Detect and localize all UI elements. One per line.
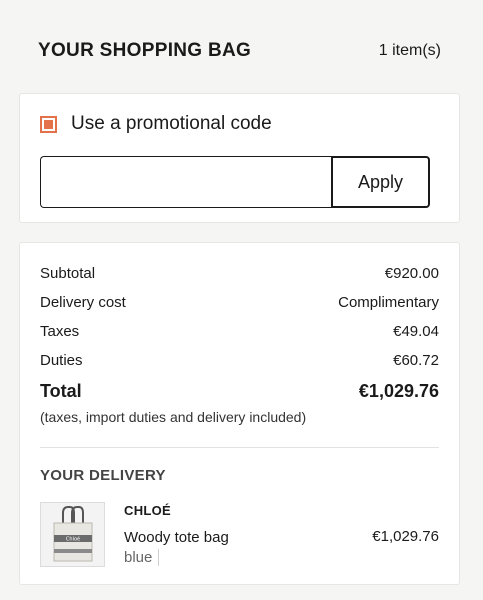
total-value: €1,029.76 <box>358 381 439 401</box>
product-info: CHLOÉ Woody tote bag blue €1,029.76 <box>124 502 439 567</box>
page-title: YOUR SHOPPING BAG <box>38 40 252 61</box>
promo-form: Apply <box>40 156 430 208</box>
checkbox-checked-icon <box>44 119 53 129</box>
summary-rows: Subtotal €920.00 Delivery cost Complimen… <box>40 263 439 425</box>
delivery-cost-label: Delivery cost <box>40 294 126 311</box>
promo-code-input[interactable] <box>40 156 331 208</box>
order-summary-card: Subtotal €920.00 Delivery cost Complimen… <box>19 242 460 585</box>
promo-checkbox[interactable] <box>40 115 57 133</box>
delivery-cost-value: Complimentary <box>338 294 439 311</box>
product-brand: CHLOÉ <box>124 503 171 518</box>
promo-card: Use a promotional code Apply <box>19 93 460 223</box>
color-separator <box>158 549 160 566</box>
product-color: blue <box>124 549 153 566</box>
promo-label: Use a promotional code <box>71 113 272 134</box>
taxes-label: Taxes <box>40 323 80 340</box>
product-price: €1,029.76 <box>372 528 439 545</box>
taxes-value: €49.04 <box>393 323 439 340</box>
subtotal-value: €920.00 <box>384 265 439 282</box>
delivery-heading: YOUR DELIVERY <box>40 467 166 484</box>
bag-header: YOUR SHOPPING BAG 1 item(s) <box>38 40 441 62</box>
total-row: Total €1,029.76 <box>40 380 439 406</box>
product-thumbnail[interactable]: Chloé <box>40 502 105 567</box>
subtotal-label: Subtotal <box>40 265 96 282</box>
promo-toggle[interactable]: Use a promotional code <box>40 113 272 135</box>
item-count: 1 item(s) <box>378 42 441 59</box>
total-note: (taxes, import duties and delivery inclu… <box>40 409 307 425</box>
duties-label: Duties <box>40 352 83 369</box>
apply-button[interactable]: Apply <box>331 156 430 208</box>
tote-bag-icon: Chloé <box>53 505 92 561</box>
duties-row: Duties €60.72 <box>40 350 439 379</box>
total-label: Total <box>40 381 82 401</box>
product-color-row: blue <box>124 549 439 566</box>
svg-text:Chloé: Chloé <box>65 535 79 542</box>
taxes-row: Taxes €49.04 <box>40 321 439 350</box>
delivery-item: Chloé CHLOÉ Woody tote bag blue €1,029.7… <box>40 502 439 567</box>
delivery-cost-row: Delivery cost Complimentary <box>40 292 439 321</box>
subtotal-row: Subtotal €920.00 <box>40 263 439 292</box>
duties-value: €60.72 <box>393 352 439 369</box>
divider <box>40 447 439 448</box>
